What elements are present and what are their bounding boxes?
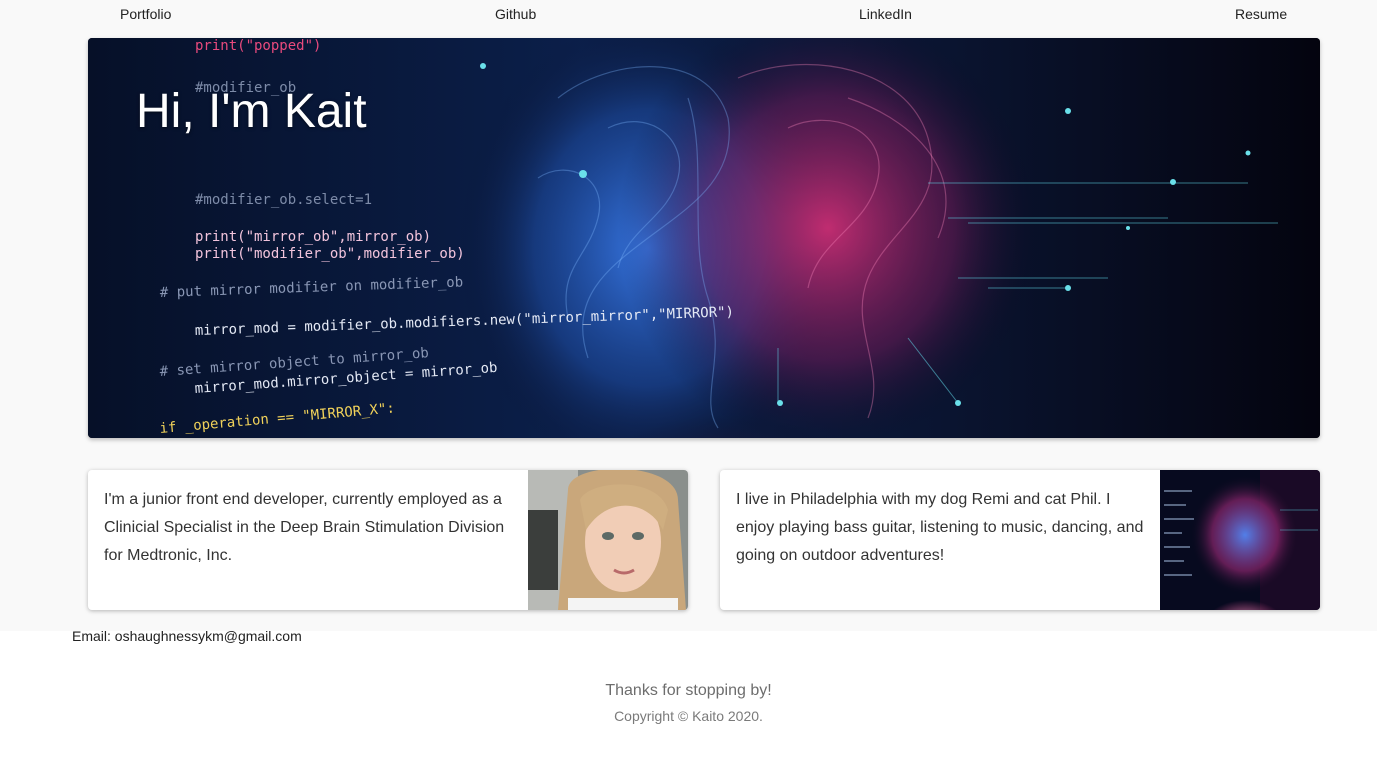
nav-link-github[interactable]: Github	[495, 6, 536, 22]
footer-thanks: Thanks for stopping by!	[605, 682, 772, 699]
profile-photo	[528, 470, 688, 610]
hero-banner: print("popped") #modifier_ob #modifier_o…	[88, 38, 1320, 438]
footer-copyright: Copyright © Kaito 2020.	[614, 708, 763, 724]
nav-link-linkedin[interactable]: LinkedIn	[859, 6, 912, 22]
nav-link-portfolio[interactable]: Portfolio	[120, 6, 171, 22]
code-line: #modifier_ob.select=1	[195, 192, 372, 208]
top-section: Portfolio Github LinkedIn Resume print("…	[0, 0, 1377, 631]
about-card-work: I'm a junior front end developer, curren…	[88, 470, 688, 610]
nav-link-resume[interactable]: Resume	[1235, 6, 1287, 22]
hero-title: Hi, I'm Kait	[136, 85, 367, 138]
contact-email: Email: oshaughnessykm@gmail.com	[72, 628, 302, 644]
code-line: print("popped")	[195, 38, 321, 54]
about-personal-text: I live in Philadelphia with my dog Remi …	[736, 491, 1144, 564]
brain-code-image	[1160, 470, 1320, 610]
top-nav: Portfolio Github LinkedIn Resume	[0, 0, 1377, 30]
code-line: print("modifier_ob",modifier_ob)	[195, 246, 465, 262]
about-card-personal: I live in Philadelphia with my dog Remi …	[720, 470, 1320, 610]
code-line: print("mirror_ob",mirror_ob)	[195, 229, 431, 245]
about-work-text: I'm a junior front end developer, curren…	[104, 491, 505, 564]
